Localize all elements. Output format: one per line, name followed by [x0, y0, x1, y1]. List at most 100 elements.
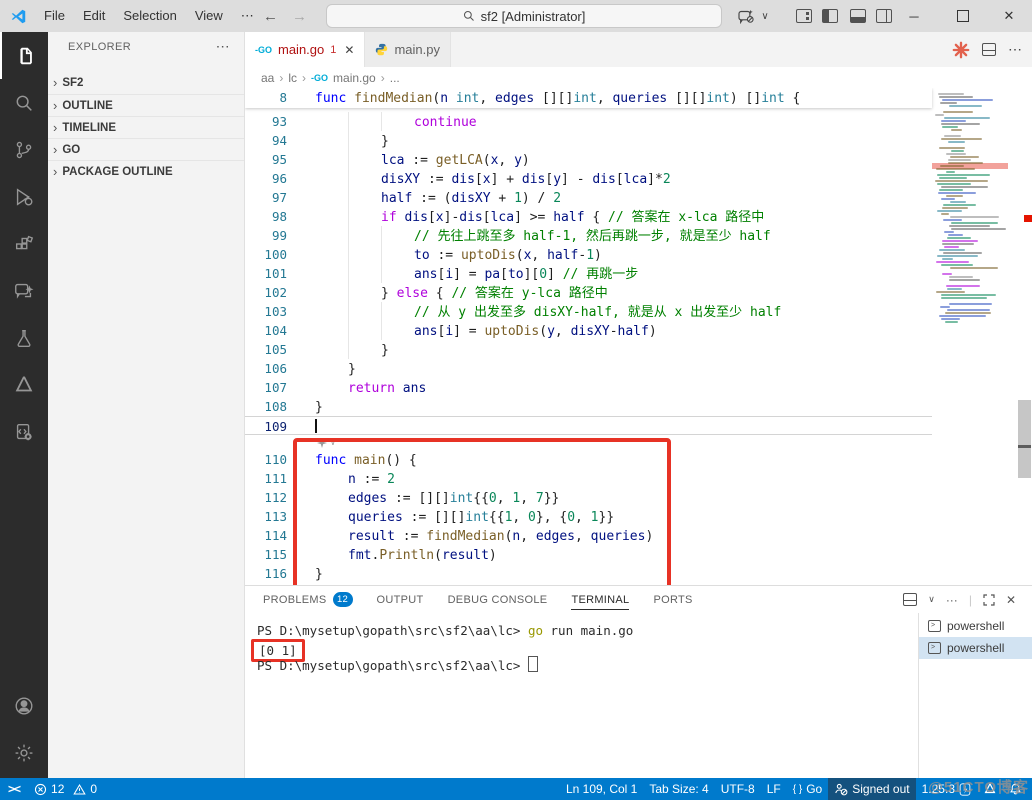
panel-more-icon[interactable]: ··· — [946, 593, 958, 607]
encoding[interactable]: UTF-8 — [715, 778, 761, 800]
go-version[interactable]: 1.25.3 — [916, 778, 977, 800]
maximize-panel-icon[interactable] — [983, 593, 995, 606]
copilot-icon[interactable] — [733, 0, 759, 32]
terminal-line[interactable]: PS D:\mysetup\gopath\src\sf2\aa\lc> — [257, 656, 918, 673]
cursor-position[interactable]: Ln 109, Col 1 — [560, 778, 643, 800]
code-line-101[interactable]: 101 ans[i] = pa[to][0] // 再跳一步 — [245, 264, 932, 283]
minimap[interactable] — [932, 90, 1008, 330]
line-number: 114 — [264, 528, 287, 543]
line-number: 108 — [264, 399, 287, 414]
language-mode[interactable]: { } Go — [787, 778, 828, 800]
panel-tab-ports[interactable]: PORTS — [653, 590, 692, 610]
tab-main-go[interactable]: -GO main.go 1 ✕ — [245, 32, 366, 67]
close-panel-icon[interactable]: ✕ — [1006, 593, 1016, 607]
line-number: 111 — [264, 471, 287, 486]
menu-item-view[interactable]: View — [186, 0, 232, 32]
status-bar: >< 12 0 Ln 109, Col 1 Tab Size: 4 UTF-8 … — [0, 778, 1032, 800]
code-line-103[interactable]: 103// 从 y 出发至多 disXY-half, 就是从 x 出发至少 ha… — [245, 302, 932, 321]
code-line-97[interactable]: 97 half := (disXY + 1) / 2 — [245, 188, 932, 207]
terminal-list-item[interactable]: > powershell — [919, 637, 1032, 659]
editor-scrollbar[interactable] — [1018, 400, 1031, 478]
code-line-99[interactable]: 99// 先往上跳至多 half-1, 然后再跳一步, 就是至少 half — [245, 226, 932, 245]
panel-tab-problems[interactable]: PROBLEMS 12 — [263, 588, 353, 611]
chat-icon[interactable] — [0, 267, 48, 314]
notifications-bell-icon[interactable] — [1003, 778, 1028, 800]
code-line-107[interactable]: 107 return ans — [245, 378, 932, 397]
terminal-list-item[interactable]: > powershell — [919, 615, 1032, 637]
maximize-button[interactable] — [940, 0, 986, 32]
tab-close-icon[interactable]: ✕ — [344, 43, 354, 57]
toggle-primary-sidebar-icon[interactable] — [818, 0, 842, 32]
line-number: 104 — [264, 323, 287, 338]
source-control-icon[interactable] — [0, 126, 48, 173]
code-line-109[interactable]: 109 — [245, 416, 932, 435]
extensions-icon[interactable] — [0, 220, 48, 267]
terminal-icon: > — [928, 642, 941, 654]
panel-tab-debug-console[interactable]: DEBUG CONSOLE — [448, 590, 548, 610]
tab-size[interactable]: Tab Size: 4 — [643, 778, 714, 800]
eol-indicator[interactable]: LF — [761, 778, 787, 800]
account-icon[interactable] — [0, 682, 48, 729]
code-line-104[interactable]: 104 ans[i] = uptoDis(y, disXY-half) — [245, 321, 932, 340]
search-view-icon[interactable] — [0, 79, 48, 126]
menu-item-edit[interactable]: Edit — [74, 0, 114, 32]
menu-item-more[interactable]: ⋯ — [232, 0, 263, 32]
remote-indicator[interactable]: >< — [0, 778, 28, 800]
command-center-search[interactable]: sf2 [Administrator] — [326, 4, 722, 28]
chevron-right-icon: › — [53, 75, 58, 90]
breadcrumb-item[interactable]: aa — [261, 71, 274, 85]
terminal-output[interactable]: PS D:\mysetup\gopath\src\sf2\aa\lc> go r… — [245, 613, 918, 778]
testing-icon[interactable] — [0, 314, 48, 361]
nav-back-icon[interactable]: ← — [263, 8, 278, 25]
code-line-93[interactable]: 93 continue — [245, 112, 932, 131]
editor-more-icon[interactable]: ⋯ — [1008, 41, 1022, 58]
close-button[interactable]: ✕ — [986, 0, 1032, 32]
line-number: 8 — [279, 90, 287, 105]
code-line-108[interactable]: 108} — [245, 397, 932, 416]
minimize-button[interactable]: ─ — [891, 0, 937, 32]
go-gopher-icon[interactable] — [977, 778, 1003, 800]
code-line-96[interactable]: 96 disXY := dis[x] + dis[y] - dis[lca]*2 — [245, 169, 932, 188]
code-line-100[interactable]: 100 to := uptoDis(x, half-1) — [245, 245, 932, 264]
chevron-right-icon: › — [53, 163, 58, 179]
panel-tab-terminal[interactable]: TERMINAL — [571, 590, 630, 610]
code-line-98[interactable]: 98 if dis[x]-dis[lca] >= half { // 答案在 x-… — [245, 207, 932, 226]
code-settings-icon[interactable] — [0, 408, 48, 455]
customize-layout-icon[interactable] — [792, 0, 816, 32]
line-number: 116 — [264, 566, 287, 581]
extension-action-icon[interactable] — [952, 41, 970, 59]
toggle-panel-icon[interactable] — [846, 0, 870, 32]
breadcrumb-item[interactable]: main.go — [333, 71, 376, 85]
run-debug-icon[interactable] — [0, 173, 48, 220]
sticky-scroll-line[interactable]: 8 func findMedian(n int, edges [][]int, q… — [245, 88, 932, 108]
copilot-chevron-icon[interactable]: ∨ — [758, 0, 772, 32]
breadcrumb-item[interactable]: ... — [390, 71, 400, 85]
menu-item-file[interactable]: File — [35, 0, 74, 32]
go-view-icon[interactable] — [0, 361, 48, 408]
code-line-8[interactable]: 8 func findMedian(n int, edges [][]int, q… — [245, 88, 932, 107]
code-line-106[interactable]: 106} — [245, 359, 932, 378]
explorer-icon[interactable] — [0, 32, 48, 79]
sidebar-section-package-outline[interactable]: › PACKAGE OUTLINE — [48, 160, 244, 182]
code-editor[interactable]: 8 func findMedian(n int, edges [][]int, q… — [245, 88, 1032, 585]
sidebar-section-outline[interactable]: › OUTLINE — [48, 94, 244, 116]
sidebar-section-go[interactable]: › GO — [48, 138, 244, 160]
copilot-signed-out[interactable]: Signed out — [828, 778, 916, 800]
split-terminal-icon[interactable] — [903, 593, 918, 606]
breadcrumb-item[interactable]: lc — [288, 71, 297, 85]
sidebar-more-icon[interactable]: ⋯ — [216, 38, 230, 55]
terminal-icon: > — [928, 620, 941, 632]
panel-tab-output[interactable]: OUTPUT — [377, 590, 424, 610]
sidebar-section-sf2[interactable]: › SF2 — [48, 72, 244, 94]
tab-main-py[interactable]: main.py — [365, 32, 451, 67]
code-line-95[interactable]: 95 lca := getLCA(x, y) — [245, 150, 932, 169]
menu-item-selection[interactable]: Selection — [114, 0, 185, 32]
code-line-102[interactable]: 102} else { // 答案在 y-lca 路径中 — [245, 283, 932, 302]
code-line-105[interactable]: 105} — [245, 340, 932, 359]
problems-status[interactable]: 12 0 — [28, 778, 103, 800]
split-editor-icon[interactable] — [982, 43, 996, 56]
code-line-94[interactable]: 94} — [245, 131, 932, 150]
sidebar-section-timeline[interactable]: › TIMELINE — [48, 116, 244, 138]
settings-gear-icon[interactable] — [0, 729, 48, 776]
split-chevron-icon[interactable]: ∨ — [928, 594, 935, 605]
